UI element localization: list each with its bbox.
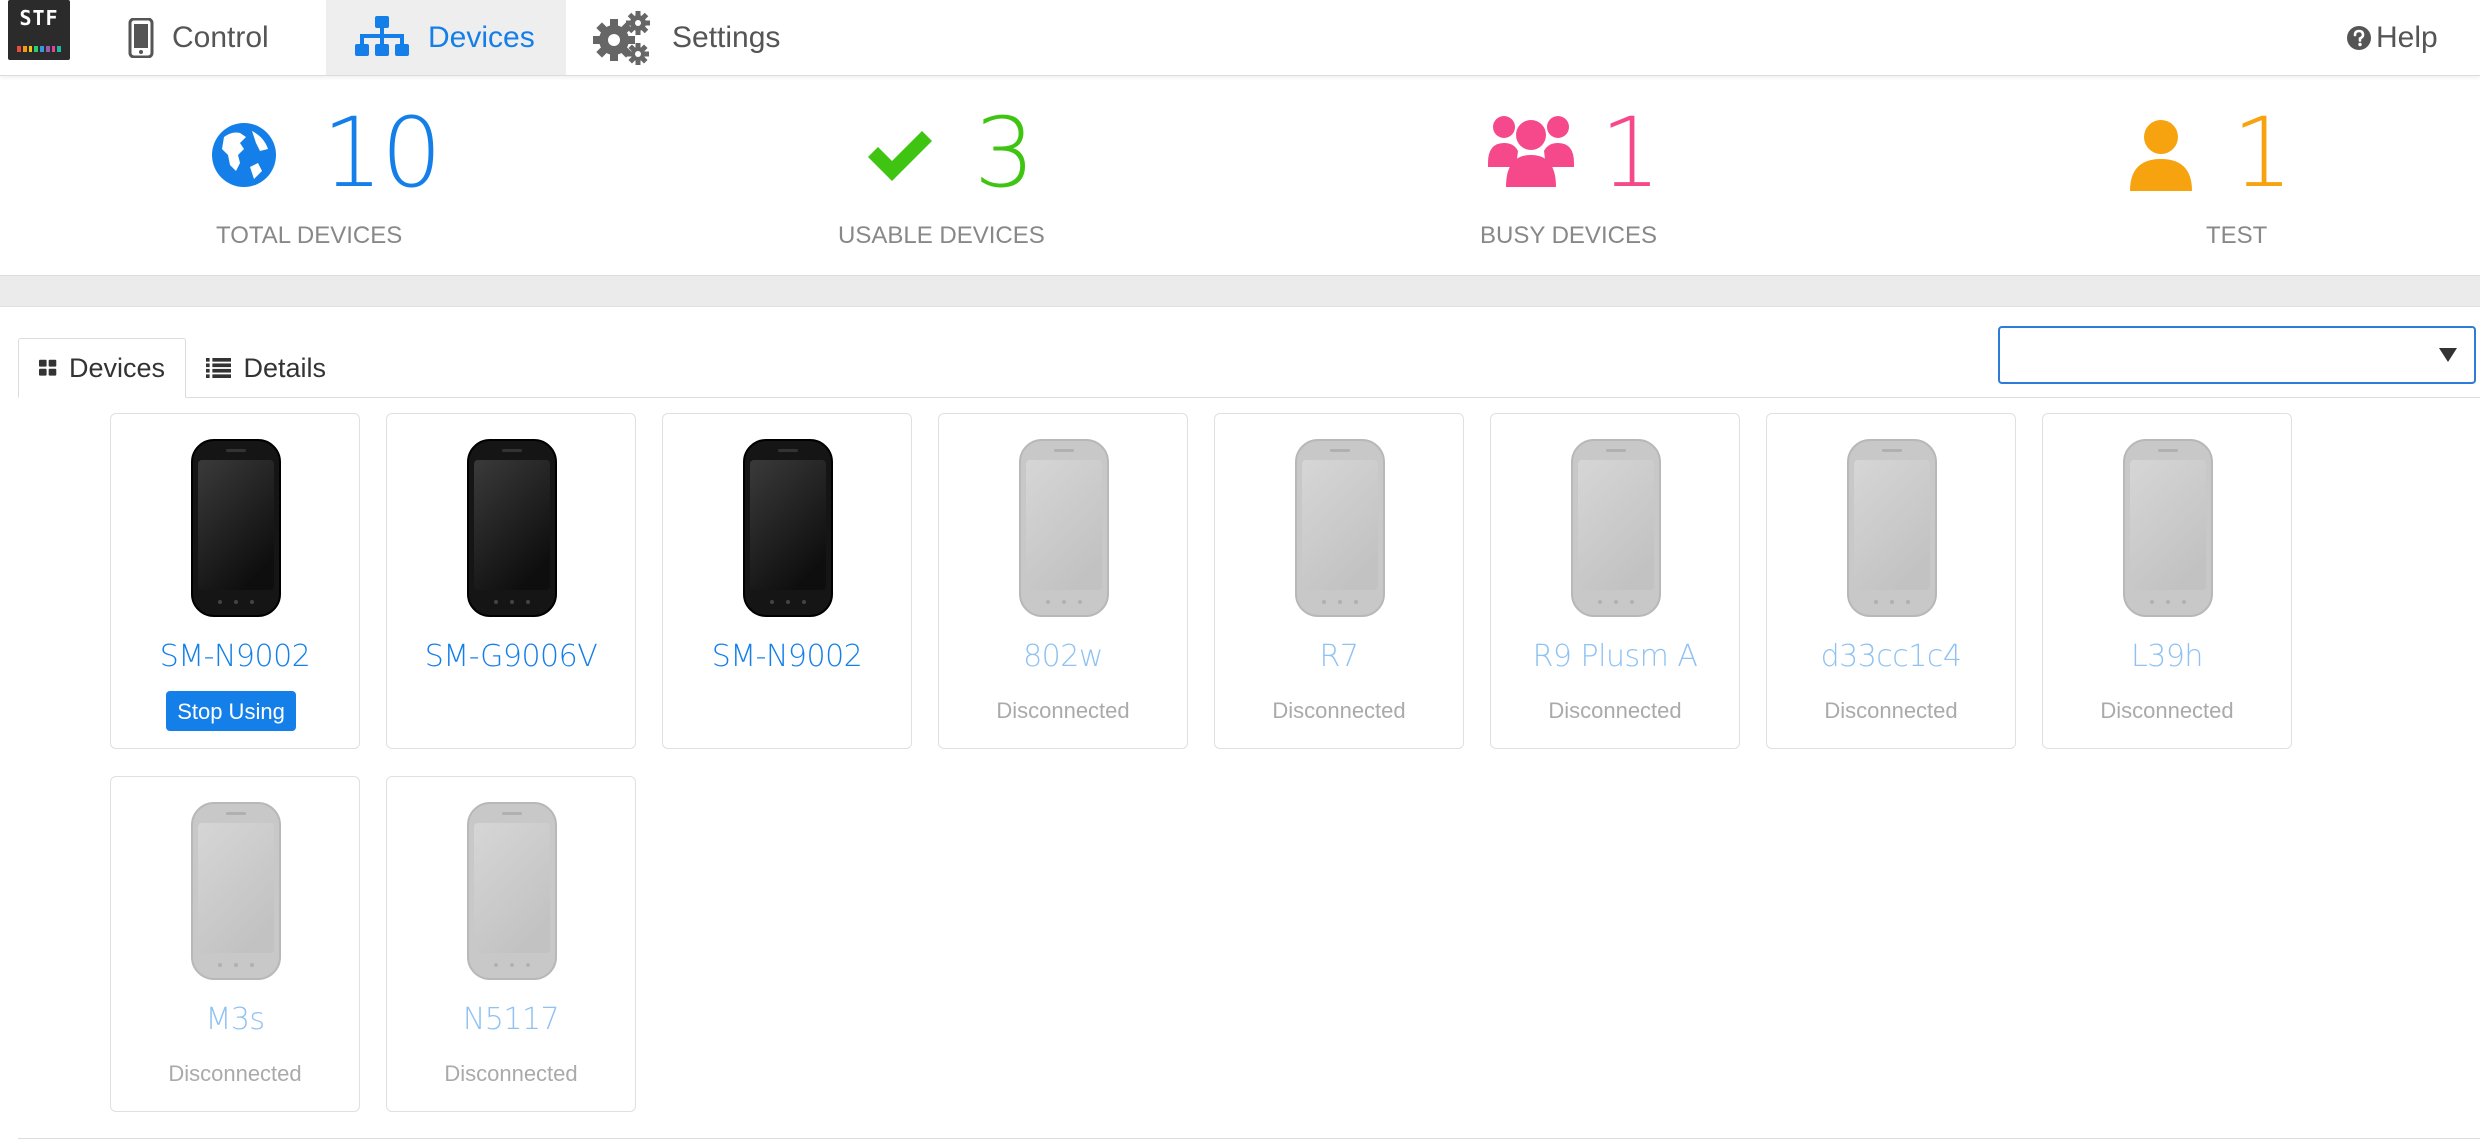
device-status: Disconnected (168, 1061, 302, 1086)
device-name: SM-G9006V (424, 639, 598, 674)
stat-usable-label: USABLE DEVICES (838, 222, 1045, 249)
device-phone-icon (1019, 439, 1109, 617)
top-navbar: STF Control Devices Settings Help (0, 0, 2480, 76)
device-name: R7 (1319, 639, 1359, 674)
stat-total-devices: 10 TOTAL DEVICES (210, 75, 530, 275)
question-circle-icon (2347, 25, 2371, 50)
stat-usable-value: 3 (974, 97, 1035, 209)
device-card[interactable]: SM-N9002 Stop Using (110, 413, 360, 749)
nav-control-label: Control (172, 20, 269, 54)
device-name: SM-N9002 (711, 639, 863, 674)
device-phone-icon (1847, 439, 1937, 617)
device-name: M3s (205, 1002, 265, 1037)
device-name: SM-N9002 (159, 639, 311, 674)
stat-test-label: TEST (2206, 222, 2268, 249)
device-phone-icon (2123, 439, 2213, 617)
device-card[interactable]: M3s Disconnected (110, 776, 360, 1112)
device-card[interactable]: R7 Disconnected (1214, 413, 1464, 749)
device-name: R9 Plusm A (1532, 639, 1698, 674)
grid-icon (39, 359, 57, 376)
tab-details-label: Details (243, 352, 326, 383)
stat-test: 1 TEST (2124, 75, 2444, 275)
device-name: 802w (1023, 639, 1103, 674)
device-status: Disconnected (2100, 698, 2234, 723)
device-status: Disconnected (1548, 698, 1682, 723)
stat-busy-label: BUSY DEVICES (1480, 222, 1657, 249)
device-filter-select[interactable] (1998, 326, 2476, 384)
device-status: Disconnected (444, 1061, 578, 1086)
device-card[interactable]: SM-G9006V (386, 413, 636, 749)
device-status: Disconnected (1272, 698, 1406, 723)
device-card[interactable]: SM-N9002 (662, 413, 912, 749)
nav-settings[interactable]: Settings (592, 0, 792, 75)
stf-logo[interactable]: STF (8, 0, 70, 60)
nav-help[interactable]: Help (2346, 0, 2456, 75)
device-phone-icon (191, 802, 281, 980)
caret-down-icon (2439, 348, 2457, 362)
device-name: N5117 (462, 1002, 560, 1037)
device-phone-icon (467, 439, 557, 617)
device-name: L39h (2131, 639, 2203, 674)
content-bottom-rule (18, 1138, 2480, 1139)
checkmark-icon (868, 131, 932, 181)
device-card[interactable]: R9 Plusm A Disconnected (1490, 413, 1740, 749)
list-icon (206, 357, 232, 379)
globe-icon (212, 123, 276, 187)
tab-details[interactable]: Details (186, 338, 346, 398)
nav-help-label: Help (2376, 20, 2438, 54)
device-name: d33cc1c4 (1820, 639, 1962, 674)
nav-control[interactable]: Control (128, 0, 298, 75)
stat-total-label: TOTAL DEVICES (216, 222, 403, 249)
nav-devices[interactable]: Devices (326, 0, 566, 75)
device-phone-icon (1295, 439, 1385, 617)
tab-devices[interactable]: Devices (18, 338, 186, 398)
sitemap-icon (355, 15, 409, 56)
stat-busy-value: 1 (1600, 97, 1661, 209)
stat-test-value: 1 (2232, 97, 2293, 209)
mobile-phone-icon (128, 17, 154, 58)
device-card[interactable]: 802w Disconnected (938, 413, 1188, 749)
gears-icon (593, 10, 650, 65)
device-phone-icon (743, 439, 833, 617)
device-card[interactable]: N5117 Disconnected (386, 776, 636, 1112)
device-phone-icon (467, 802, 557, 980)
nav-settings-label: Settings (672, 20, 781, 54)
users-icon (1488, 116, 1574, 187)
tabs-baseline (18, 397, 2480, 398)
device-status: Disconnected (996, 698, 1130, 723)
logo-color-bar (17, 46, 61, 52)
device-card[interactable]: d33cc1c4 Disconnected (1766, 413, 2016, 749)
device-status: Disconnected (1824, 698, 1958, 723)
user-icon (2130, 120, 2192, 191)
stat-busy-devices: 1 BUSY DEVICES (1480, 75, 1800, 275)
stat-usable-devices: 3 USABLE DEVICES (836, 75, 1156, 275)
device-card[interactable]: L39h Disconnected (2042, 413, 2292, 749)
device-phone-icon (191, 439, 281, 617)
device-phone-icon (1571, 439, 1661, 617)
tab-devices-label: Devices (68, 352, 165, 383)
stop-using-button[interactable]: Stop Using (166, 691, 296, 731)
section-divider (0, 275, 2480, 307)
nav-devices-label: Devices (428, 20, 535, 54)
logo-text: STF (19, 6, 59, 30)
stat-total-value: 10 (322, 97, 442, 209)
